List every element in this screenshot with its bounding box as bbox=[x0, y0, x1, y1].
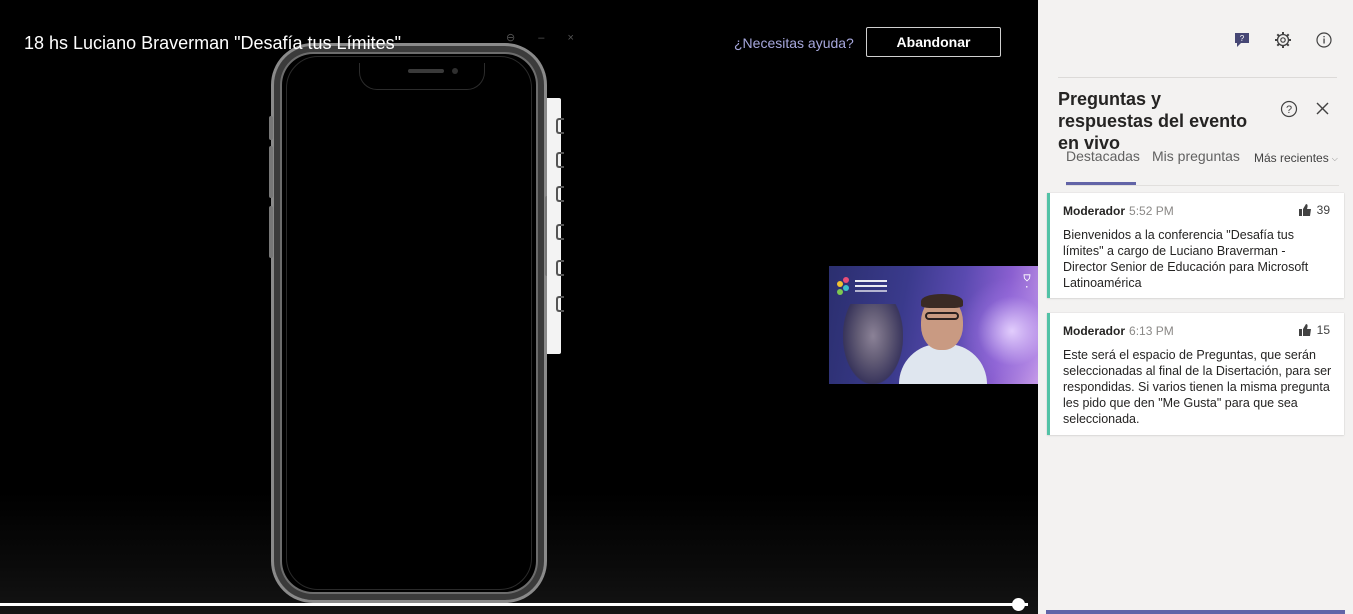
compose-bar-edge bbox=[1046, 610, 1345, 614]
post-text: Este será el espacio de Preguntas, que s… bbox=[1063, 348, 1332, 426]
help-link[interactable]: ¿Necesitas ayuda? bbox=[734, 35, 854, 51]
qa-tabs: Destacadas Mis preguntas Más recientes ⌵ bbox=[1058, 148, 1339, 186]
side-toolbar-strip bbox=[547, 98, 564, 354]
phone-notch bbox=[359, 63, 485, 90]
like-button[interactable]: 15 bbox=[1298, 323, 1330, 337]
qa-chat-icon[interactable]: ? bbox=[1233, 31, 1251, 49]
svg-text:?: ? bbox=[1286, 104, 1292, 116]
video-stage: ⊖ ‒ × 18 hs Luciano Braverman "Desafía t… bbox=[0, 0, 1038, 614]
thumbs-up-icon bbox=[1298, 324, 1311, 336]
sort-dropdown[interactable]: Más recientes ⌵ bbox=[1254, 151, 1338, 165]
qa-panel-title: Preguntas y respuestas del evento en viv… bbox=[1058, 89, 1248, 153]
help-icon[interactable]: ? bbox=[1280, 100, 1298, 118]
tab-mis-preguntas[interactable]: Mis preguntas bbox=[1152, 148, 1240, 164]
phone-button bbox=[269, 206, 273, 258]
panel-divider bbox=[1058, 77, 1337, 78]
phone-button bbox=[269, 146, 273, 198]
svg-text:?: ? bbox=[1240, 34, 1245, 43]
phone-camera bbox=[452, 68, 458, 74]
phone-mockup bbox=[269, 43, 549, 603]
close-icon[interactable] bbox=[1315, 101, 1330, 116]
post-time: 5:52 PM bbox=[1129, 204, 1174, 218]
thumbs-up-icon bbox=[1298, 204, 1311, 216]
presenter-video-thumbnail[interactable]: ⛉ · bbox=[829, 266, 1038, 384]
background-portrait bbox=[843, 304, 903, 384]
like-count: 39 bbox=[1316, 203, 1330, 217]
like-button[interactable]: 39 bbox=[1298, 203, 1330, 217]
post-author: Moderador bbox=[1063, 204, 1126, 218]
leave-button[interactable]: Abandonar bbox=[866, 27, 1001, 57]
tabs-divider bbox=[1066, 185, 1339, 186]
playback-scrubber-knob[interactable] bbox=[1012, 598, 1025, 611]
qa-post: Moderador 6:13 PM 15 Este será el espacio… bbox=[1047, 313, 1344, 435]
institution-logo: ⛉ · bbox=[1023, 273, 1031, 292]
tab-destacadas[interactable]: Destacadas bbox=[1066, 148, 1140, 164]
event-logo bbox=[837, 277, 889, 297]
like-count: 15 bbox=[1316, 323, 1330, 337]
chevron-down-icon: ⌵ bbox=[1331, 154, 1338, 163]
phone-button bbox=[269, 116, 273, 140]
panel-top-toolbar: ? bbox=[1233, 31, 1333, 49]
qa-side-panel: ? Preguntas y respuestas del evento en v… bbox=[1038, 0, 1353, 614]
post-time: 6:13 PM bbox=[1129, 324, 1174, 338]
gear-icon[interactable] bbox=[1274, 31, 1292, 49]
post-header: Moderador 6:13 PM bbox=[1063, 324, 1174, 338]
event-title: 18 hs Luciano Braverman "Desafía tus Lím… bbox=[24, 33, 401, 53]
post-author: Moderador bbox=[1063, 324, 1126, 338]
phone-screen bbox=[286, 56, 532, 590]
phone-speaker bbox=[408, 69, 444, 73]
playback-progress-bar[interactable] bbox=[0, 603, 1028, 606]
post-header: Moderador 5:52 PM bbox=[1063, 204, 1174, 218]
info-icon[interactable] bbox=[1315, 31, 1333, 49]
qa-post: Moderador 5:52 PM 39 Bienvenidos a la con… bbox=[1047, 193, 1344, 298]
sort-dropdown-label: Más recientes bbox=[1254, 151, 1329, 165]
post-text: Bienvenidos a la conferencia "Desafía tu… bbox=[1063, 228, 1309, 290]
selected-tab-indicator bbox=[1066, 182, 1136, 185]
background-window-controls: ⊖ ‒ × bbox=[506, 32, 584, 44]
